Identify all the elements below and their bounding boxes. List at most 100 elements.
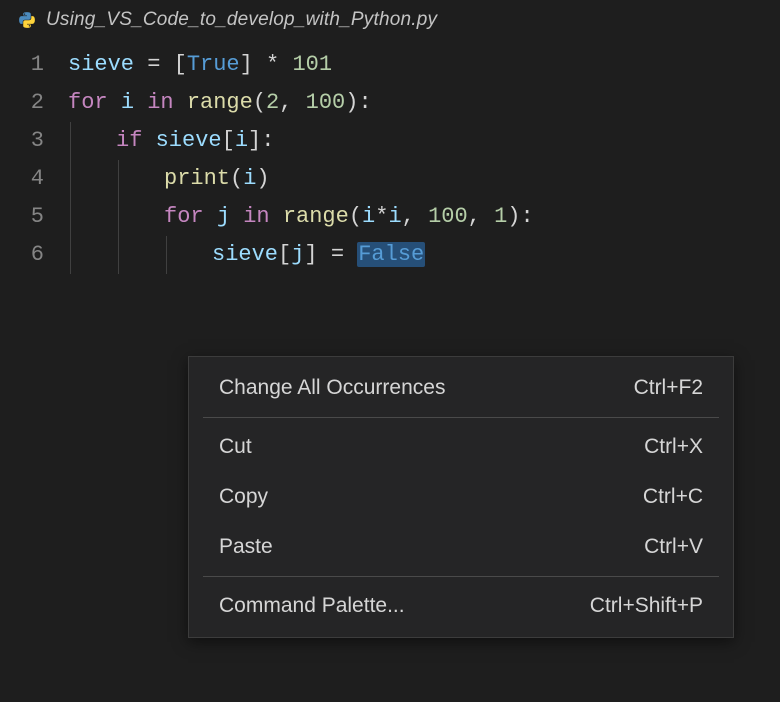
code-line[interactable]: for j in range(i*i, 100, 1):: [68, 198, 780, 236]
code-token: ]: [248, 128, 261, 153]
code-token: for: [164, 204, 204, 229]
code-line[interactable]: sieve = [True] * 101: [68, 46, 780, 84]
code-token: [344, 242, 357, 267]
code-token: [270, 204, 283, 229]
menu-item-paste[interactable]: Paste Ctrl+V: [189, 522, 733, 572]
line-number-gutter: 123456: [0, 46, 68, 274]
code-token: j: [291, 242, 304, 267]
code-token: 1: [494, 204, 507, 229]
code-token: *: [266, 52, 279, 77]
indent-guide: [118, 236, 119, 274]
menu-item-change-all-occurrences[interactable]: Change All Occurrences Ctrl+F2: [189, 363, 733, 413]
code-token: ,: [279, 90, 292, 115]
code-token: [160, 52, 173, 77]
code-line[interactable]: sieve[j] = False: [68, 236, 780, 274]
code-token: :: [261, 128, 274, 153]
menu-item-label: Cut: [219, 435, 252, 459]
menu-item-label: Copy: [219, 485, 268, 509]
menu-item-label: Command Palette...: [219, 594, 405, 618]
code-token: range: [187, 90, 253, 115]
code-token: ): [345, 90, 358, 115]
code-token: =: [147, 52, 160, 77]
code-token: i: [235, 128, 248, 153]
line-number: 5: [0, 198, 44, 236]
code-token: sieve: [68, 52, 134, 77]
code-token: [174, 90, 187, 115]
code-token: i: [121, 90, 134, 115]
code-token: [253, 52, 266, 77]
code-line[interactable]: if sieve[i]:: [68, 122, 780, 160]
code-token: [318, 242, 331, 267]
code-token: [: [278, 242, 291, 267]
menu-item-copy[interactable]: Copy Ctrl+C: [189, 472, 733, 522]
code-token: 101: [292, 52, 332, 77]
code-token: [: [222, 128, 235, 153]
menu-item-shortcut: Ctrl+V: [644, 535, 703, 559]
menu-item-label: Change All Occurrences: [219, 376, 445, 400]
code-token: (: [349, 204, 362, 229]
menu-separator: [203, 417, 719, 418]
code-token: if: [116, 128, 142, 153]
code-token: 100: [306, 90, 346, 115]
line-number: 1: [0, 46, 44, 84]
code-token: ,: [402, 204, 415, 229]
code-token: ]: [304, 242, 317, 267]
indent-guide: [118, 198, 119, 236]
code-token: [134, 90, 147, 115]
code-token: ): [256, 166, 269, 191]
code-token: True: [187, 52, 240, 77]
code-line[interactable]: print(i): [68, 160, 780, 198]
code-token: (: [230, 166, 243, 191]
menu-item-cut[interactable]: Cut Ctrl+X: [189, 422, 733, 472]
code-area[interactable]: sieve = [True] * 101for i in range(2, 10…: [68, 46, 780, 274]
code-token: in: [243, 204, 269, 229]
tab-filename: Using_VS_Code_to_develop_with_Python.py: [46, 9, 437, 31]
code-token: [279, 52, 292, 77]
menu-separator: [203, 576, 719, 577]
indent-guide: [118, 160, 119, 198]
indent-guide: [166, 236, 167, 274]
code-token: range: [283, 204, 349, 229]
python-icon: [18, 11, 36, 29]
code-token: *: [375, 204, 388, 229]
code-token: ]: [240, 52, 253, 77]
code-token: 2: [266, 90, 279, 115]
code-token: j: [217, 204, 230, 229]
code-token: sieve: [212, 242, 278, 267]
code-token: False: [357, 242, 425, 267]
indent-guide: [70, 236, 71, 274]
code-token: in: [147, 90, 173, 115]
indent-guide: [70, 198, 71, 236]
code-line[interactable]: for i in range(2, 100):: [68, 84, 780, 122]
code-token: :: [520, 204, 533, 229]
menu-item-shortcut: Ctrl+C: [643, 485, 703, 509]
line-number: 6: [0, 236, 44, 274]
code-token: ): [507, 204, 520, 229]
code-token: print: [164, 166, 230, 191]
code-token: i: [362, 204, 375, 229]
indent-guide: [70, 122, 71, 160]
code-token: i: [388, 204, 401, 229]
code-editor[interactable]: 123456 sieve = [True] * 101for i in rang…: [0, 40, 780, 274]
code-token: ,: [468, 204, 481, 229]
menu-item-command-palette[interactable]: Command Palette...Ctrl+Shift+P: [189, 581, 733, 631]
line-number: 3: [0, 122, 44, 160]
menu-item-shortcut: Ctrl+X: [644, 435, 703, 459]
code-token: :: [358, 90, 371, 115]
code-token: [142, 128, 155, 153]
code-token: i: [243, 166, 256, 191]
menu-item-label: Paste: [219, 535, 273, 559]
context-menu: Change All Occurrences Ctrl+F2 Cut Ctrl+X Co…: [188, 356, 734, 638]
code-token: [: [174, 52, 187, 77]
code-token: [481, 204, 494, 229]
line-number: 2: [0, 84, 44, 122]
editor-tab[interactable]: Using_VS_Code_to_develop_with_Python.py: [0, 0, 780, 40]
indent-guide: [70, 160, 71, 198]
menu-item-shortcut: Ctrl+F2: [634, 376, 703, 400]
code-token: 100: [428, 204, 468, 229]
code-token: [204, 204, 217, 229]
code-token: [415, 204, 428, 229]
code-token: =: [331, 242, 344, 267]
code-token: [108, 90, 121, 115]
code-token: sieve: [156, 128, 222, 153]
